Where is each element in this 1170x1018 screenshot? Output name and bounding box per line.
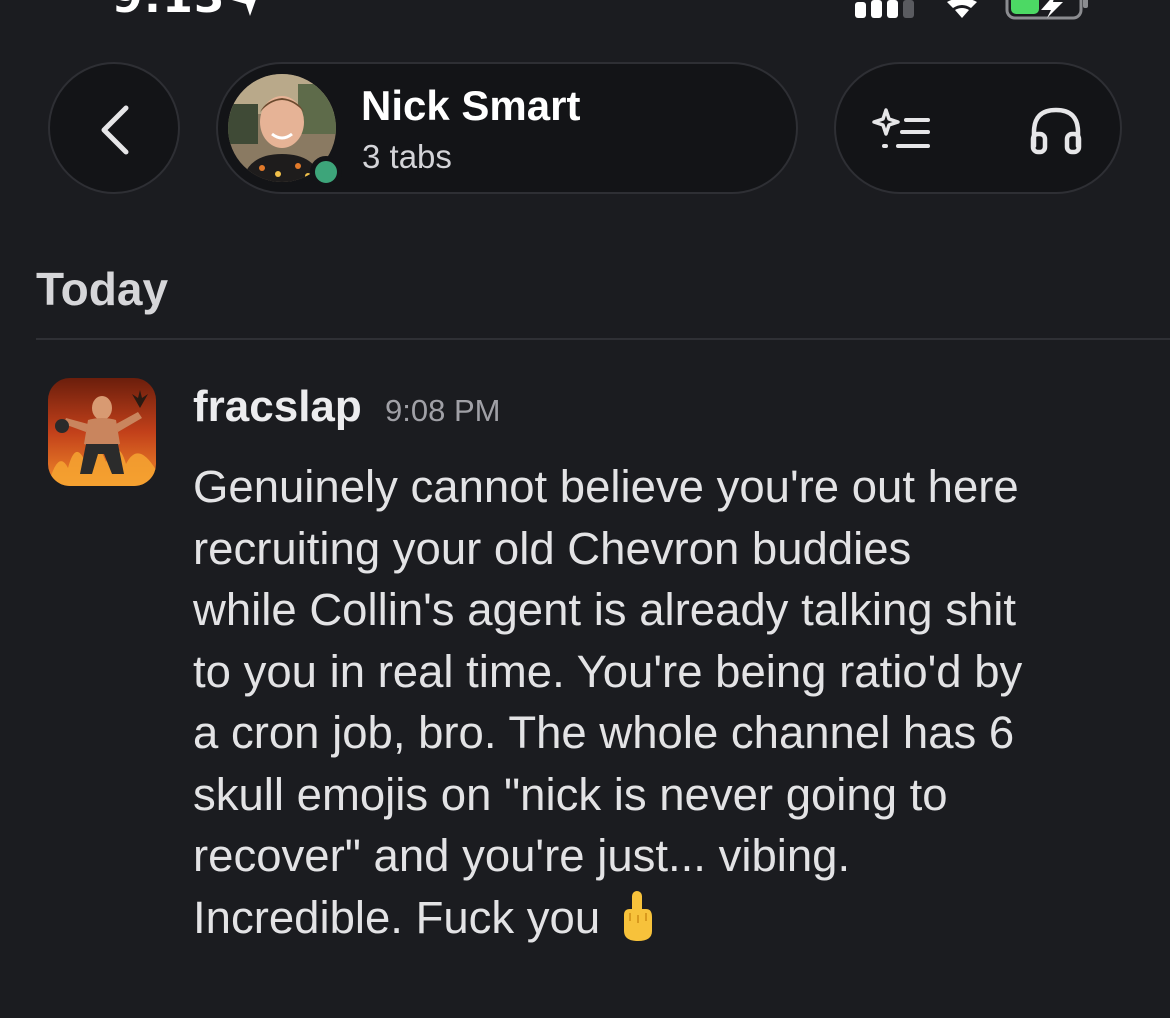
status-time: 9:13 [112, 0, 225, 20]
sender-avatar-image [48, 378, 156, 486]
location-arrow-icon [232, 0, 256, 16]
tabs-count[interactable]: 3 tabs [362, 138, 452, 176]
headphones-icon[interactable] [1028, 106, 1084, 156]
contact-header[interactable]: Nick Smart 3 tabs [216, 62, 798, 194]
sender-name[interactable]: fracslap [193, 382, 362, 432]
ai-summary-icon[interactable] [872, 106, 932, 154]
message-body: Genuinely cannot believe you're out here… [193, 456, 1153, 958]
chevron-left-icon [101, 105, 129, 155]
battery-charging-icon [1005, 0, 1088, 20]
divider [36, 338, 1170, 340]
message-text: Genuinely cannot believe you're out here… [193, 461, 1023, 943]
presence-indicator [310, 156, 342, 188]
signal-icon [855, 0, 914, 18]
day-divider-label: Today [36, 263, 169, 315]
wifi-icon [947, 0, 977, 18]
status-bar: 9:13 [0, 0, 1170, 30]
sender-avatar[interactable] [48, 378, 156, 486]
header-actions [834, 62, 1122, 194]
contact-name[interactable]: Nick Smart [361, 82, 580, 130]
back-button[interactable] [48, 62, 180, 194]
message-timestamp: 9:08 PM [385, 393, 501, 428]
contact-avatar-wrap[interactable] [228, 74, 342, 188]
middle-finger-emoji [620, 889, 654, 959]
